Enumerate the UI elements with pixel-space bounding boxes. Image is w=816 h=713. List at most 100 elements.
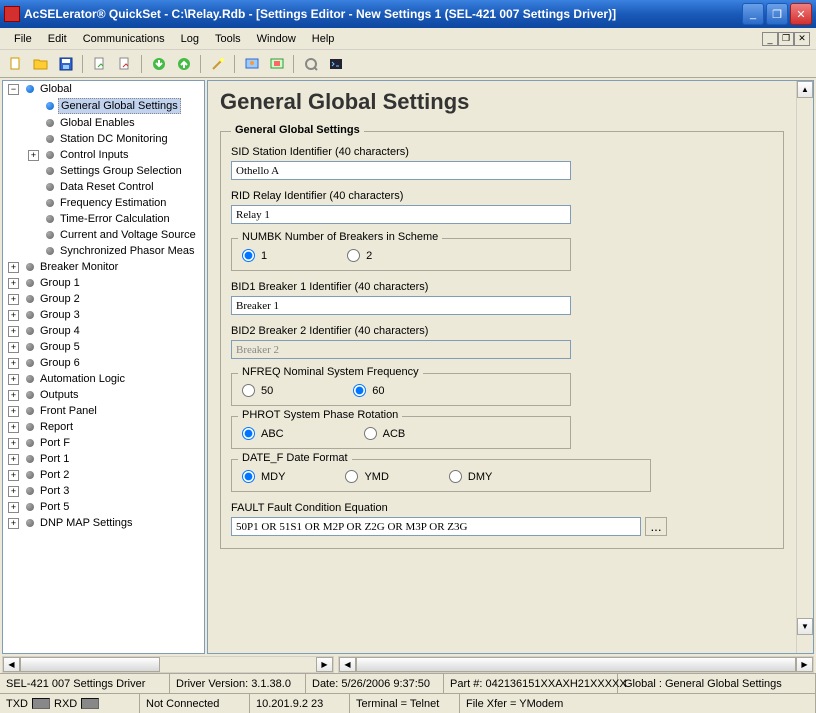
doc1-icon[interactable] — [88, 52, 111, 75]
tree-expand-icon[interactable]: + — [8, 454, 19, 465]
tree-expand-icon[interactable]: + — [8, 390, 19, 401]
datef-mdy-radio[interactable]: MDY — [242, 470, 285, 483]
scroll-right-icon[interactable]: ▶ — [796, 657, 813, 672]
tree-item[interactable]: Synchronized Phasor Meas — [58, 244, 197, 258]
tree-item[interactable]: Control Inputs — [58, 148, 130, 162]
tree-expand-icon[interactable]: + — [8, 374, 19, 385]
vertical-scrollbar[interactable]: ▲ ▼ — [796, 81, 813, 653]
phrot-abc-radio[interactable]: ABC — [242, 427, 284, 440]
navigation-tree[interactable]: − Global General Global Settings Global E… — [2, 80, 205, 654]
numbk-1-radio[interactable]: 1 — [242, 249, 267, 262]
tree-item[interactable]: Global Enables — [58, 116, 137, 130]
tree-item[interactable]: Current and Voltage Source — [58, 228, 198, 242]
tree-expand-icon[interactable]: + — [8, 310, 19, 321]
tree-expand-icon[interactable]: + — [8, 262, 19, 273]
menu-edit[interactable]: Edit — [40, 31, 75, 47]
open-icon[interactable] — [29, 52, 52, 75]
tree-item[interactable]: Outputs — [38, 388, 81, 402]
hmi1-icon[interactable] — [240, 52, 263, 75]
tree-item[interactable]: Port 2 — [38, 468, 71, 482]
nfreq-60-radio[interactable]: 60 — [353, 384, 384, 397]
fault-browse-button[interactable]: ... — [645, 517, 667, 536]
mdi-minimize-button[interactable]: _ — [762, 32, 778, 46]
tree-item[interactable]: Breaker Monitor — [38, 260, 120, 274]
tree-expand-icon[interactable]: + — [8, 422, 19, 433]
scroll-up-icon[interactable]: ▲ — [797, 81, 813, 98]
fault-input[interactable] — [231, 517, 641, 536]
tree-item[interactable]: Group 3 — [38, 308, 82, 322]
tree-item[interactable]: Group 4 — [38, 324, 82, 338]
phrot-acb-radio[interactable]: ACB — [364, 427, 406, 440]
doc2-icon[interactable] — [113, 52, 136, 75]
menu-tools[interactable]: Tools — [207, 31, 249, 47]
datef-dmy-radio[interactable]: DMY — [449, 470, 492, 483]
bullet-icon — [26, 263, 34, 271]
numbk-2-radio[interactable]: 2 — [347, 249, 372, 262]
tree-collapse-icon[interactable]: − — [8, 84, 19, 95]
main-hscroll[interactable]: ◀ ▶ — [338, 656, 814, 673]
tree-item[interactable]: Group 5 — [38, 340, 82, 354]
tree-item[interactable]: Port 5 — [38, 500, 71, 514]
tree-item[interactable]: Group 2 — [38, 292, 82, 306]
tree-expand-icon[interactable]: + — [28, 150, 39, 161]
tree-item[interactable]: Port 1 — [38, 452, 71, 466]
tree-item[interactable]: Port 3 — [38, 484, 71, 498]
mdi-close-button[interactable]: ✕ — [794, 32, 810, 46]
tool1-icon[interactable] — [299, 52, 322, 75]
menu-file[interactable]: File — [6, 31, 40, 47]
sid-input[interactable] — [231, 161, 571, 180]
mdi-restore-button[interactable]: ❐ — [778, 32, 794, 46]
tree-item[interactable]: Time-Error Calculation — [58, 212, 172, 226]
rid-input[interactable] — [231, 205, 571, 224]
scroll-left-icon[interactable]: ◀ — [3, 657, 20, 672]
close-button[interactable]: ✕ — [790, 3, 812, 25]
tree-expand-icon[interactable]: + — [8, 342, 19, 353]
bid1-input[interactable] — [231, 296, 571, 315]
tree-item[interactable]: Report — [38, 420, 75, 434]
hmi2-icon[interactable] — [265, 52, 288, 75]
tree-expand-icon[interactable]: + — [8, 486, 19, 497]
terminal-icon[interactable] — [324, 52, 347, 75]
tree-item[interactable]: Data Reset Control — [58, 180, 156, 194]
tree-hscroll[interactable]: ◀ ▶ — [2, 656, 334, 673]
datef-ymd-radio[interactable]: YMD — [345, 470, 388, 483]
tree-expand-icon[interactable]: + — [8, 470, 19, 481]
menu-communications[interactable]: Communications — [75, 31, 173, 47]
tree-item[interactable]: Group 6 — [38, 356, 82, 370]
tree-item[interactable]: Port F — [38, 436, 72, 450]
minimize-button[interactable]: _ — [742, 3, 764, 25]
tree-item[interactable]: DNP MAP Settings — [38, 516, 135, 530]
scroll-thumb[interactable] — [20, 657, 160, 672]
scroll-left-icon[interactable]: ◀ — [339, 657, 356, 672]
wand-icon[interactable] — [206, 52, 229, 75]
tree-expand-icon[interactable]: + — [8, 294, 19, 305]
scroll-down-icon[interactable]: ▼ — [797, 618, 813, 635]
new-icon[interactable] — [4, 52, 27, 75]
tree-expand-icon[interactable]: + — [8, 326, 19, 337]
maximize-button[interactable]: ❐ — [766, 3, 788, 25]
up-icon[interactable] — [172, 52, 195, 75]
tree-expand-icon[interactable]: + — [8, 438, 19, 449]
tree-item[interactable]: Automation Logic — [38, 372, 127, 386]
tree-expand-icon[interactable]: + — [8, 406, 19, 417]
tree-item[interactable]: Front Panel — [38, 404, 99, 418]
scroll-thumb[interactable] — [356, 657, 796, 672]
status-bar-1: SEL-421 007 Settings Driver Driver Versi… — [0, 673, 816, 693]
menu-log[interactable]: Log — [173, 31, 207, 47]
nfreq-50-radio[interactable]: 50 — [242, 384, 273, 397]
tree-item[interactable]: Settings Group Selection — [58, 164, 184, 178]
tree-expand-icon[interactable]: + — [8, 358, 19, 369]
tree-item[interactable]: Group 1 — [38, 276, 82, 290]
tree-expand-icon[interactable]: + — [8, 518, 19, 529]
tree-node-global[interactable]: Global — [38, 82, 74, 96]
tree-item[interactable]: Frequency Estimation — [58, 196, 168, 210]
save-icon[interactable] — [54, 52, 77, 75]
tree-expand-icon[interactable]: + — [8, 502, 19, 513]
down-icon[interactable] — [147, 52, 170, 75]
tree-item[interactable]: Station DC Monitoring — [58, 132, 170, 146]
tree-expand-icon[interactable]: + — [8, 278, 19, 289]
tree-item[interactable]: General Global Settings — [58, 98, 181, 114]
menu-window[interactable]: Window — [249, 31, 304, 47]
menu-help[interactable]: Help — [304, 31, 343, 47]
scroll-right-icon[interactable]: ▶ — [316, 657, 333, 672]
